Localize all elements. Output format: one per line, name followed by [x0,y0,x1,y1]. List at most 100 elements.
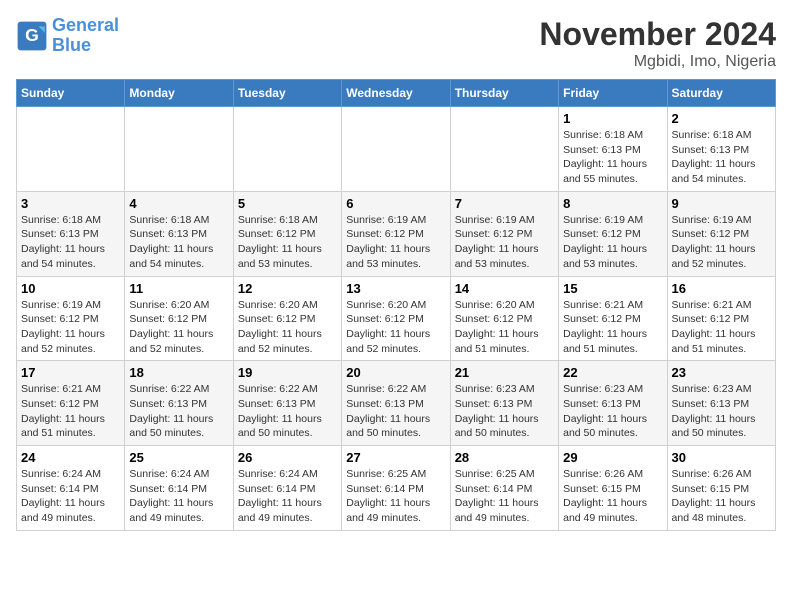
calendar-cell: 22 Sunrise: 6:23 AM Sunset: 6:13 PM Dayli… [559,361,667,446]
calendar-cell [450,107,558,192]
calendar-cell: 27 Sunrise: 6:25 AM Sunset: 6:14 PM Dayli… [342,446,450,531]
calendar-cell: 20 Sunrise: 6:22 AM Sunset: 6:13 PM Dayli… [342,361,450,446]
day-info: Sunrise: 6:19 AM Sunset: 6:12 PM Dayligh… [21,298,120,357]
calendar-cell: 19Sunrise: 6:22 AM Sunset: 6:13 PM Dayli… [233,361,341,446]
calendar-week-row: 24 Sunrise: 6:24 AM Sunset: 6:14 PM Dayli… [17,446,776,531]
calendar-cell [125,107,233,192]
day-info: Sunrise: 6:18 AM Sunset: 6:13 PM Dayligh… [129,213,228,272]
location: Mgbidi, Imo, Nigeria [539,53,776,71]
calendar-cell: 18 Sunrise: 6:22 AM Sunset: 6:13 PM Dayli… [125,361,233,446]
day-number: 15 [563,281,662,296]
day-info: Sunrise: 6:24 AM Sunset: 6:14 PM Dayligh… [238,467,337,526]
day-number: 14 [455,281,554,296]
day-info: Sunrise: 6:20 AM Sunset: 6:12 PM Dayligh… [129,298,228,357]
header-monday: Monday [125,80,233,107]
page-header: G General Blue November 2024 Mgbidi, Imo… [16,16,776,71]
day-number: 2 [672,111,771,126]
calendar-cell: 3Sunrise: 6:18 AM Sunset: 6:13 PM Daylig… [17,191,125,276]
day-number: 8 [563,196,662,211]
day-number: 10 [21,281,120,296]
logo-icon: G [16,20,48,52]
day-info: Sunrise: 6:26 AM Sunset: 6:15 PM Dayligh… [672,467,771,526]
calendar-cell: 26 Sunrise: 6:24 AM Sunset: 6:14 PM Dayli… [233,446,341,531]
calendar-cell: 4 Sunrise: 6:18 AM Sunset: 6:13 PM Daylig… [125,191,233,276]
calendar-cell: 6Sunrise: 6:19 AM Sunset: 6:12 PM Daylig… [342,191,450,276]
day-info: Sunrise: 6:19 AM Sunset: 6:12 PM Dayligh… [346,213,445,272]
calendar-table: SundayMondayTuesdayWednesdayThursdayFrid… [16,79,776,531]
day-number: 28 [455,450,554,465]
calendar-cell: 5 Sunrise: 6:18 AM Sunset: 6:12 PM Daylig… [233,191,341,276]
calendar-cell: 9 Sunrise: 6:19 AM Sunset: 6:12 PM Daylig… [667,191,775,276]
day-number: 27 [346,450,445,465]
day-info: Sunrise: 6:23 AM Sunset: 6:13 PM Dayligh… [672,382,771,441]
calendar-cell [17,107,125,192]
day-number: 29 [563,450,662,465]
day-number: 18 [129,365,228,380]
day-info: Sunrise: 6:19 AM Sunset: 6:12 PM Dayligh… [672,213,771,272]
day-info: Sunrise: 6:23 AM Sunset: 6:13 PM Dayligh… [563,382,662,441]
calendar-cell [342,107,450,192]
day-info: Sunrise: 6:18 AM Sunset: 6:13 PM Dayligh… [21,213,120,272]
day-info: Sunrise: 6:21 AM Sunset: 6:12 PM Dayligh… [672,298,771,357]
day-number: 23 [672,365,771,380]
calendar-header-row: SundayMondayTuesdayWednesdayThursdayFrid… [17,80,776,107]
day-number: 22 [563,365,662,380]
month-title: November 2024 [539,16,776,53]
calendar-cell [233,107,341,192]
day-number: 24 [21,450,120,465]
day-info: Sunrise: 6:20 AM Sunset: 6:12 PM Dayligh… [238,298,337,357]
calendar-week-row: 1Sunrise: 6:18 AM Sunset: 6:13 PM Daylig… [17,107,776,192]
header-thursday: Thursday [450,80,558,107]
day-info: Sunrise: 6:18 AM Sunset: 6:13 PM Dayligh… [672,128,771,187]
day-number: 11 [129,281,228,296]
day-number: 5 [238,196,337,211]
calendar-cell: 29 Sunrise: 6:26 AM Sunset: 6:15 PM Dayli… [559,446,667,531]
header-friday: Friday [559,80,667,107]
day-info: Sunrise: 6:19 AM Sunset: 6:12 PM Dayligh… [455,213,554,272]
day-number: 21 [455,365,554,380]
calendar-cell: 10 Sunrise: 6:19 AM Sunset: 6:12 PM Dayli… [17,276,125,361]
calendar-cell: 30Sunrise: 6:26 AM Sunset: 6:15 PM Dayli… [667,446,775,531]
calendar-week-row: 17Sunrise: 6:21 AM Sunset: 6:12 PM Dayli… [17,361,776,446]
day-number: 13 [346,281,445,296]
calendar-cell: 12Sunrise: 6:20 AM Sunset: 6:12 PM Dayli… [233,276,341,361]
calendar-cell: 7Sunrise: 6:19 AM Sunset: 6:12 PM Daylig… [450,191,558,276]
day-number: 16 [672,281,771,296]
day-info: Sunrise: 6:20 AM Sunset: 6:12 PM Dayligh… [346,298,445,357]
logo-text: General Blue [52,16,119,56]
calendar-cell: 24 Sunrise: 6:24 AM Sunset: 6:14 PM Dayli… [17,446,125,531]
day-info: Sunrise: 6:24 AM Sunset: 6:14 PM Dayligh… [21,467,120,526]
day-number: 20 [346,365,445,380]
day-info: Sunrise: 6:22 AM Sunset: 6:13 PM Dayligh… [346,382,445,441]
calendar-week-row: 10 Sunrise: 6:19 AM Sunset: 6:12 PM Dayli… [17,276,776,361]
header-sunday: Sunday [17,80,125,107]
calendar-cell: 11 Sunrise: 6:20 AM Sunset: 6:12 PM Dayli… [125,276,233,361]
calendar-cell: 23 Sunrise: 6:23 AM Sunset: 6:13 PM Dayli… [667,361,775,446]
day-info: Sunrise: 6:22 AM Sunset: 6:13 PM Dayligh… [238,382,337,441]
day-info: Sunrise: 6:22 AM Sunset: 6:13 PM Dayligh… [129,382,228,441]
day-info: Sunrise: 6:18 AM Sunset: 6:12 PM Dayligh… [238,213,337,272]
header-wednesday: Wednesday [342,80,450,107]
day-info: Sunrise: 6:24 AM Sunset: 6:14 PM Dayligh… [129,467,228,526]
day-info: Sunrise: 6:19 AM Sunset: 6:12 PM Dayligh… [563,213,662,272]
logo-line1: General [52,15,119,35]
calendar-cell: 28 Sunrise: 6:25 AM Sunset: 6:14 PM Dayli… [450,446,558,531]
calendar-cell: 25 Sunrise: 6:24 AM Sunset: 6:14 PM Dayli… [125,446,233,531]
logo-line2: Blue [52,35,91,55]
day-info: Sunrise: 6:18 AM Sunset: 6:13 PM Dayligh… [563,128,662,187]
calendar-cell: 15 Sunrise: 6:21 AM Sunset: 6:12 PM Dayli… [559,276,667,361]
title-block: November 2024 Mgbidi, Imo, Nigeria [539,16,776,71]
day-info: Sunrise: 6:21 AM Sunset: 6:12 PM Dayligh… [563,298,662,357]
calendar-cell: 16 Sunrise: 6:21 AM Sunset: 6:12 PM Dayli… [667,276,775,361]
day-info: Sunrise: 6:26 AM Sunset: 6:15 PM Dayligh… [563,467,662,526]
header-saturday: Saturday [667,80,775,107]
day-number: 25 [129,450,228,465]
day-number: 17 [21,365,120,380]
day-info: Sunrise: 6:25 AM Sunset: 6:14 PM Dayligh… [455,467,554,526]
day-info: Sunrise: 6:20 AM Sunset: 6:12 PM Dayligh… [455,298,554,357]
day-number: 9 [672,196,771,211]
day-number: 26 [238,450,337,465]
day-info: Sunrise: 6:25 AM Sunset: 6:14 PM Dayligh… [346,467,445,526]
calendar-cell: 14 Sunrise: 6:20 AM Sunset: 6:12 PM Dayli… [450,276,558,361]
day-number: 4 [129,196,228,211]
